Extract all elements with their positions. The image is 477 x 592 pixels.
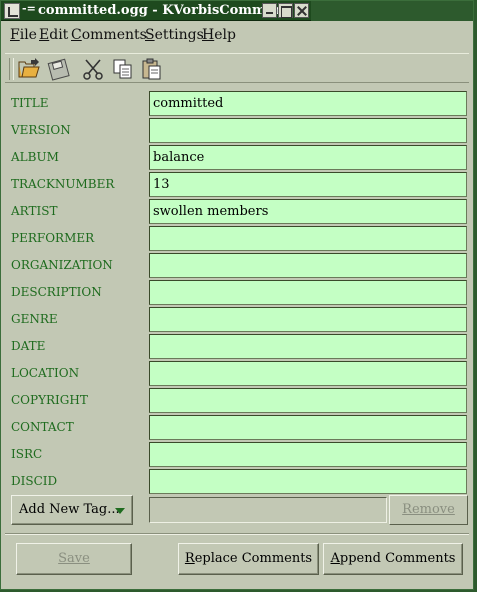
window-menu-glyph[interactable]: -= xyxy=(22,2,36,15)
save-disk-icon[interactable] xyxy=(47,57,71,81)
field-label: ARTIST xyxy=(11,204,58,218)
field-row-album: ALBUM xyxy=(11,144,469,171)
field-row-discid: DISCID xyxy=(11,468,469,495)
window-title: committed.ogg - KVorbisComment xyxy=(38,3,290,18)
open-folder-icon[interactable] xyxy=(17,57,41,81)
field-input-title[interactable] xyxy=(149,91,467,116)
menu-comments[interactable]: Comments xyxy=(71,27,147,43)
remove-button[interactable]: Remove xyxy=(389,495,468,525)
menu-edit-label: dit xyxy=(49,27,69,43)
replace-label: eplace Comments xyxy=(194,551,313,566)
kvorbiscomment-window: -= committed.ogg - KVorbisComment File E… xyxy=(0,0,474,590)
toolbar xyxy=(5,53,469,83)
field-label: COPYRIGHT xyxy=(11,393,88,407)
field-row-tracknumber: TRACKNUMBER xyxy=(11,171,469,198)
field-label: ISRC xyxy=(11,447,43,461)
menu-edit-mnemonic: E xyxy=(39,27,50,43)
minimize-icon[interactable] xyxy=(262,3,277,18)
replace-mnemonic: R xyxy=(184,551,195,566)
field-input-contact[interactable] xyxy=(149,415,467,440)
field-label: DESCRIPTION xyxy=(11,285,102,299)
field-label: TRACKNUMBER xyxy=(11,177,115,191)
field-row-date: DATE xyxy=(11,333,469,360)
field-row-copyright: COPYRIGHT xyxy=(11,387,469,414)
field-input-copyright[interactable] xyxy=(149,388,467,413)
field-row-contact: CONTACT xyxy=(11,414,469,441)
field-input-artist[interactable] xyxy=(149,199,467,224)
menu-bar: File Edit Comments Settings Help xyxy=(5,25,469,47)
add-new-tag-dropdown[interactable]: Add New Tag... xyxy=(11,495,133,525)
field-row-organization: ORGANIZATION xyxy=(11,252,469,279)
toolbar-grip[interactable] xyxy=(9,58,14,80)
field-input-organization[interactable] xyxy=(149,253,467,278)
field-row-version: VERSION xyxy=(11,117,469,144)
field-input-date[interactable] xyxy=(149,334,467,359)
menu-edit[interactable]: Edit xyxy=(39,27,68,43)
menu-settings-mnemonic: S xyxy=(145,27,155,43)
append-mnemonic: A xyxy=(330,551,340,566)
field-row-isrc: ISRC xyxy=(11,441,469,468)
menu-help[interactable]: Help xyxy=(202,27,236,43)
copy-icon[interactable] xyxy=(111,57,135,81)
append-label: ppend Comments xyxy=(339,551,456,566)
new-tag-value-field xyxy=(149,497,387,523)
field-input-description[interactable] xyxy=(149,280,467,305)
field-input-discid[interactable] xyxy=(149,469,467,494)
field-row-description: DESCRIPTION xyxy=(11,279,469,306)
app-icon[interactable] xyxy=(4,3,20,19)
field-input-album[interactable] xyxy=(149,145,467,170)
cut-icon[interactable] xyxy=(81,57,105,81)
field-label: PERFORMER xyxy=(11,231,95,245)
field-input-tracknumber[interactable] xyxy=(149,172,467,197)
field-row-genre: GENRE xyxy=(11,306,469,333)
close-icon[interactable] xyxy=(294,3,309,18)
field-input-isrc[interactable] xyxy=(149,442,467,467)
maximize-icon[interactable] xyxy=(278,3,293,18)
field-label: GENRE xyxy=(11,312,58,326)
field-row-artist: ARTIST xyxy=(11,198,469,225)
field-label: LOCATION xyxy=(11,366,80,380)
field-label: ORGANIZATION xyxy=(11,258,113,272)
paste-icon[interactable] xyxy=(139,57,163,81)
field-row-performer: PERFORMER xyxy=(11,225,469,252)
field-row-location: LOCATION xyxy=(11,360,469,387)
append-comments-button[interactable]: Append Comments xyxy=(323,543,463,575)
menu-file-mnemonic: F xyxy=(10,27,20,43)
title-bar[interactable]: -= committed.ogg - KVorbisComment xyxy=(1,1,473,21)
separator xyxy=(5,533,469,535)
chevron-down-icon xyxy=(115,508,125,514)
desktop-background xyxy=(311,1,473,21)
menu-settings[interactable]: Settings xyxy=(145,27,204,43)
menu-comments-label: omments xyxy=(81,27,147,43)
field-label: ALBUM xyxy=(11,150,59,164)
field-row-title: TITLE xyxy=(11,90,469,117)
field-label: CONTACT xyxy=(11,420,74,434)
menu-file-label: ile xyxy=(19,27,37,43)
save-button[interactable]: Save xyxy=(16,543,132,575)
field-input-performer[interactable] xyxy=(149,226,467,251)
menu-help-mnemonic: H xyxy=(202,27,215,43)
add-new-tag-label: Add New Tag... xyxy=(19,502,120,517)
menu-settings-label: ettings xyxy=(154,27,204,43)
field-label: VERSION xyxy=(11,123,71,137)
field-label: DISCID xyxy=(11,474,58,488)
field-input-location[interactable] xyxy=(149,361,467,386)
field-label: TITLE xyxy=(11,96,49,110)
menu-file[interactable]: File xyxy=(10,27,37,43)
menu-comments-mnemonic: C xyxy=(71,27,82,43)
replace-comments-button[interactable]: Replace Comments xyxy=(178,543,319,575)
field-input-genre[interactable] xyxy=(149,307,467,332)
field-input-version[interactable] xyxy=(149,118,467,143)
field-label: DATE xyxy=(11,339,46,353)
menu-help-label: elp xyxy=(214,27,236,43)
